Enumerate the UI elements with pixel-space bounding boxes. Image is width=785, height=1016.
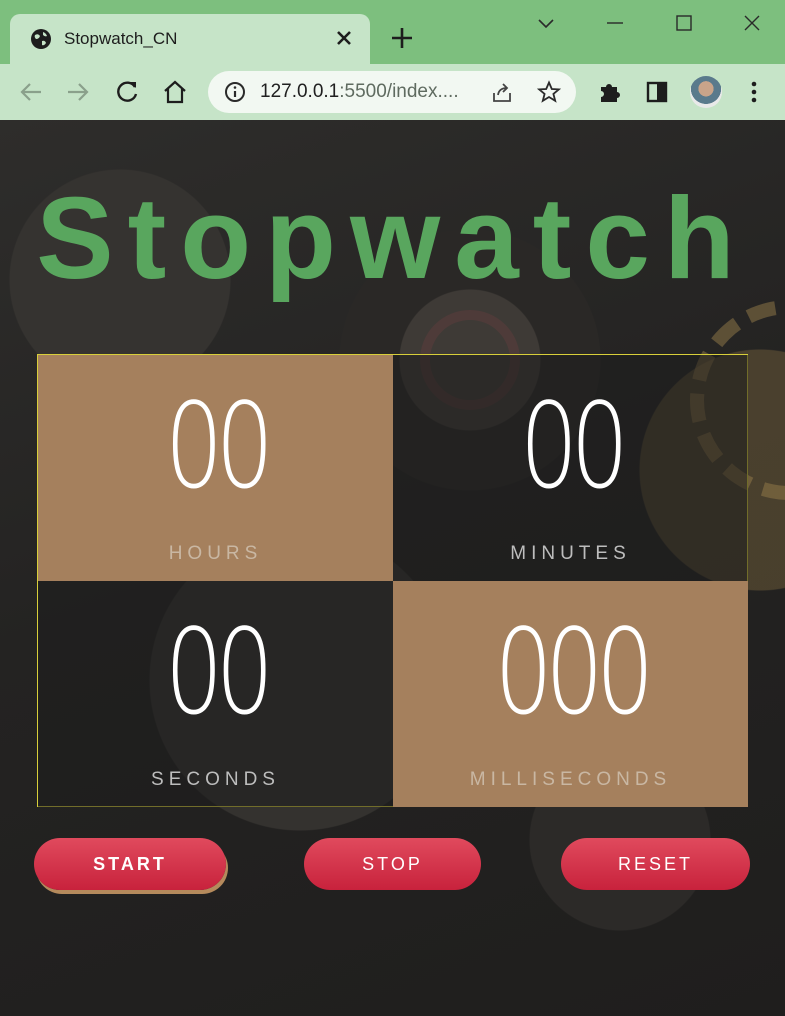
seconds-label: SECONDS	[151, 769, 280, 790]
back-icon[interactable]	[17, 78, 45, 106]
globe-icon	[31, 29, 51, 49]
reset-button[interactable]: RESET	[561, 838, 750, 890]
page-title: Stopwatch	[36, 173, 749, 303]
milliseconds-label: MILLISECONDS	[469, 769, 672, 790]
menu-icon[interactable]	[740, 78, 768, 106]
url-path: :5500/index....	[339, 81, 459, 102]
milliseconds-value: 000	[494, 603, 654, 741]
hours-value: 00	[164, 377, 274, 515]
forward-icon[interactable]	[64, 78, 92, 106]
seconds-panel: 00 SECONDS	[38, 581, 393, 807]
reload-icon[interactable]	[113, 78, 141, 106]
url-text: 127.0.0.1:5500/index....	[260, 81, 459, 103]
tab-title: Stopwatch_CN	[64, 29, 178, 48]
seconds-value: 00	[164, 603, 274, 741]
hours-label: HOURS	[168, 543, 263, 564]
browser-tab[interactable]: Stopwatch_CN	[10, 14, 370, 64]
browser-toolbar: 127.0.0.1:5500/index....	[0, 64, 785, 120]
hours-panel: 00 HOURS	[38, 355, 393, 581]
timer-grid: 00 HOURS 00 MINUTES 00 SECONDS 000 MILLI…	[37, 354, 748, 807]
start-button[interactable]: START	[34, 838, 226, 890]
star-icon[interactable]	[537, 80, 561, 104]
extensions-icon[interactable]	[596, 78, 624, 106]
minutes-label: MINUTES	[510, 543, 631, 564]
minimize-icon[interactable]	[600, 10, 630, 38]
info-icon[interactable]	[224, 81, 246, 103]
share-icon[interactable]	[490, 81, 514, 105]
sidepanel-icon[interactable]	[643, 78, 671, 106]
plus-icon[interactable]	[388, 24, 416, 52]
tab-strip: Stopwatch_CN	[0, 0, 785, 64]
url-host: 127.0.0.1	[260, 81, 340, 102]
avatar[interactable]	[690, 76, 722, 108]
close-icon[interactable]	[332, 26, 356, 50]
page-content: Stopwatch 00 HOURS 00 MINUTES 00 SECONDS…	[0, 120, 785, 1016]
minutes-value: 00	[519, 377, 629, 515]
milliseconds-panel: 000 MILLISECONDS	[393, 581, 748, 807]
minutes-panel: 00 MINUTES	[393, 355, 748, 581]
maximize-icon[interactable]	[669, 10, 699, 38]
window-close-icon[interactable]	[737, 10, 767, 38]
chevron-down-icon[interactable]	[531, 10, 561, 38]
stop-button[interactable]: STOP	[304, 838, 481, 890]
address-bar[interactable]: 127.0.0.1:5500/index....	[208, 71, 576, 113]
home-icon[interactable]	[161, 78, 189, 106]
